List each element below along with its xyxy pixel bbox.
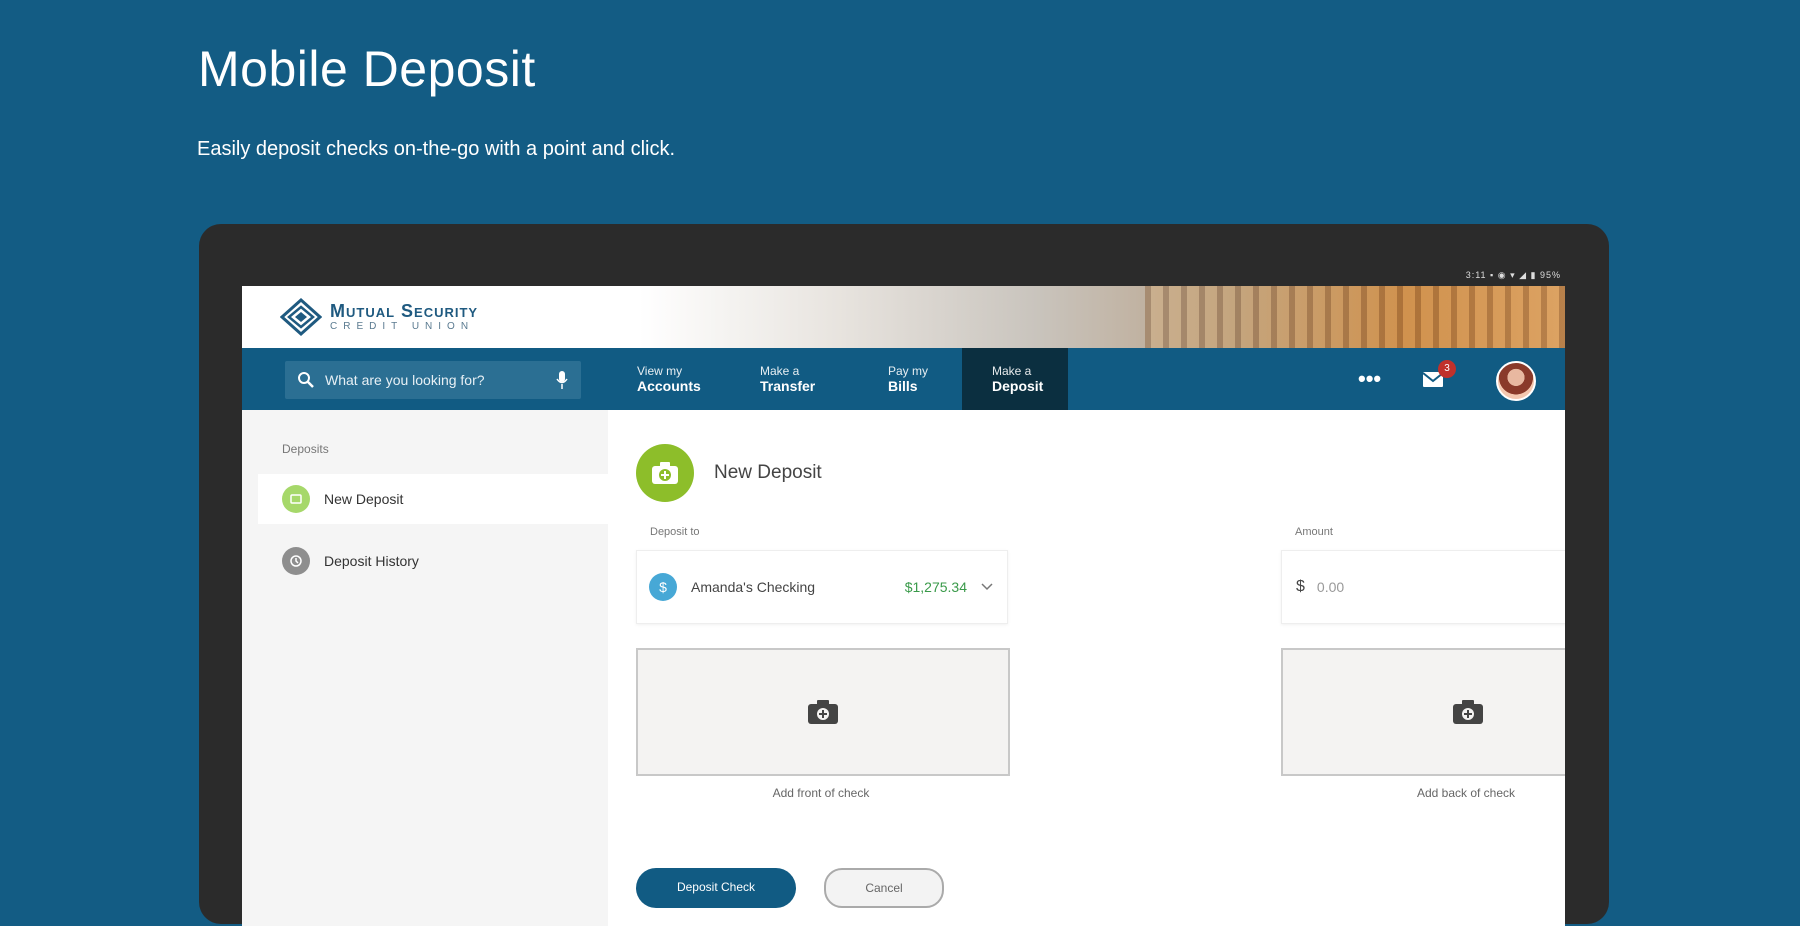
more-options-icon[interactable]: ••• — [1358, 366, 1381, 392]
device-status-bar: 3:11 ▪ ◉ ▾ ◢ ▮ 95% — [1465, 270, 1561, 280]
promo-subtitle: Easily deposit checks on-the-go with a p… — [197, 138, 676, 160]
amount-field[interactable]: $ 0.00 — [1281, 550, 1565, 624]
account-dollar-icon: $ — [649, 573, 677, 601]
main-content: New Deposit Deposit to $ Amanda's Checki… — [608, 410, 1565, 926]
camera-icon — [1453, 700, 1483, 724]
nav-transfer[interactable]: Make a Transfer — [750, 348, 825, 410]
banner-forest-image — [1145, 286, 1565, 348]
new-deposit-icon — [282, 485, 310, 513]
camera-icon — [808, 700, 838, 724]
search-placeholder: What are you looking for? — [325, 372, 485, 388]
deposit-check-button[interactable]: Deposit Check — [636, 868, 796, 908]
diamond-logo-icon — [280, 298, 322, 336]
page-title: New Deposit — [714, 462, 822, 483]
front-check-label: Add front of check — [772, 786, 870, 800]
sidebar: Deposits New Deposit Deposit History — [242, 410, 608, 926]
deposit-to-label: Deposit to — [650, 526, 700, 538]
currency-symbol: $ — [1296, 578, 1305, 595]
nav-bills[interactable]: Pay my Bills — [878, 348, 938, 410]
brand-tagline: CREDIT UNION — [330, 321, 475, 332]
mail-badge: 3 — [1438, 360, 1456, 378]
nav-deposit-label: Deposit — [992, 378, 1044, 394]
sidebar-item-deposit-history[interactable]: Deposit History — [258, 536, 608, 586]
front-check-capture[interactable] — [636, 648, 1010, 776]
camera-plus-icon — [636, 444, 694, 502]
amount-label: Amount — [1295, 526, 1333, 538]
nav-bills-label: Bills — [888, 378, 918, 394]
main-nav: What are you looking for? View my Accoun… — [242, 348, 1565, 410]
cancel-button[interactable]: Cancel — [824, 868, 944, 908]
tablet-frame: 3:11 ▪ ◉ ▾ ◢ ▮ 95% Mutual Security CREDI… — [199, 224, 1609, 926]
search-input[interactable]: What are you looking for? — [285, 361, 581, 399]
nav-bills-small: Pay my — [888, 364, 929, 378]
search-icon — [298, 372, 314, 388]
header-banner: Mutual Security CREDIT UNION — [242, 286, 1565, 348]
avatar[interactable] — [1496, 361, 1536, 401]
app-screen: Mutual Security CREDIT UNION What are yo… — [242, 286, 1565, 926]
account-balance: $1,275.34 — [904, 579, 967, 595]
amount-placeholder: 0.00 — [1316, 579, 1345, 595]
account-name: Amanda's Checking — [691, 579, 816, 595]
history-icon — [282, 547, 310, 575]
microphone-icon[interactable] — [555, 370, 569, 390]
nav-transfer-label: Transfer — [760, 378, 816, 394]
sidebar-item-new-deposit[interactable]: New Deposit — [258, 474, 608, 524]
chevron-down-icon — [981, 583, 993, 591]
back-check-capture[interactable] — [1281, 648, 1565, 776]
sidebar-item-label: Deposit History — [324, 553, 419, 569]
nav-transfer-small: Make a — [760, 364, 800, 378]
nav-accounts[interactable]: View my Accounts — [627, 348, 711, 410]
sidebar-header: Deposits — [282, 442, 329, 456]
promo-title: Mobile Deposit — [198, 41, 536, 97]
brand-logo[interactable]: Mutual Security CREDIT UNION — [280, 298, 478, 336]
back-check-label: Add back of check — [1416, 786, 1516, 800]
nav-accounts-label: Accounts — [637, 378, 701, 394]
sidebar-item-label: New Deposit — [324, 491, 404, 507]
nav-deposit[interactable]: Make a Deposit — [962, 348, 1068, 410]
account-select[interactable]: $ Amanda's Checking $1,275.34 — [636, 550, 1008, 624]
nav-accounts-small: View my — [637, 364, 683, 378]
brand-name: Mutual Security — [330, 301, 479, 321]
nav-deposit-small: Make a — [992, 364, 1032, 378]
